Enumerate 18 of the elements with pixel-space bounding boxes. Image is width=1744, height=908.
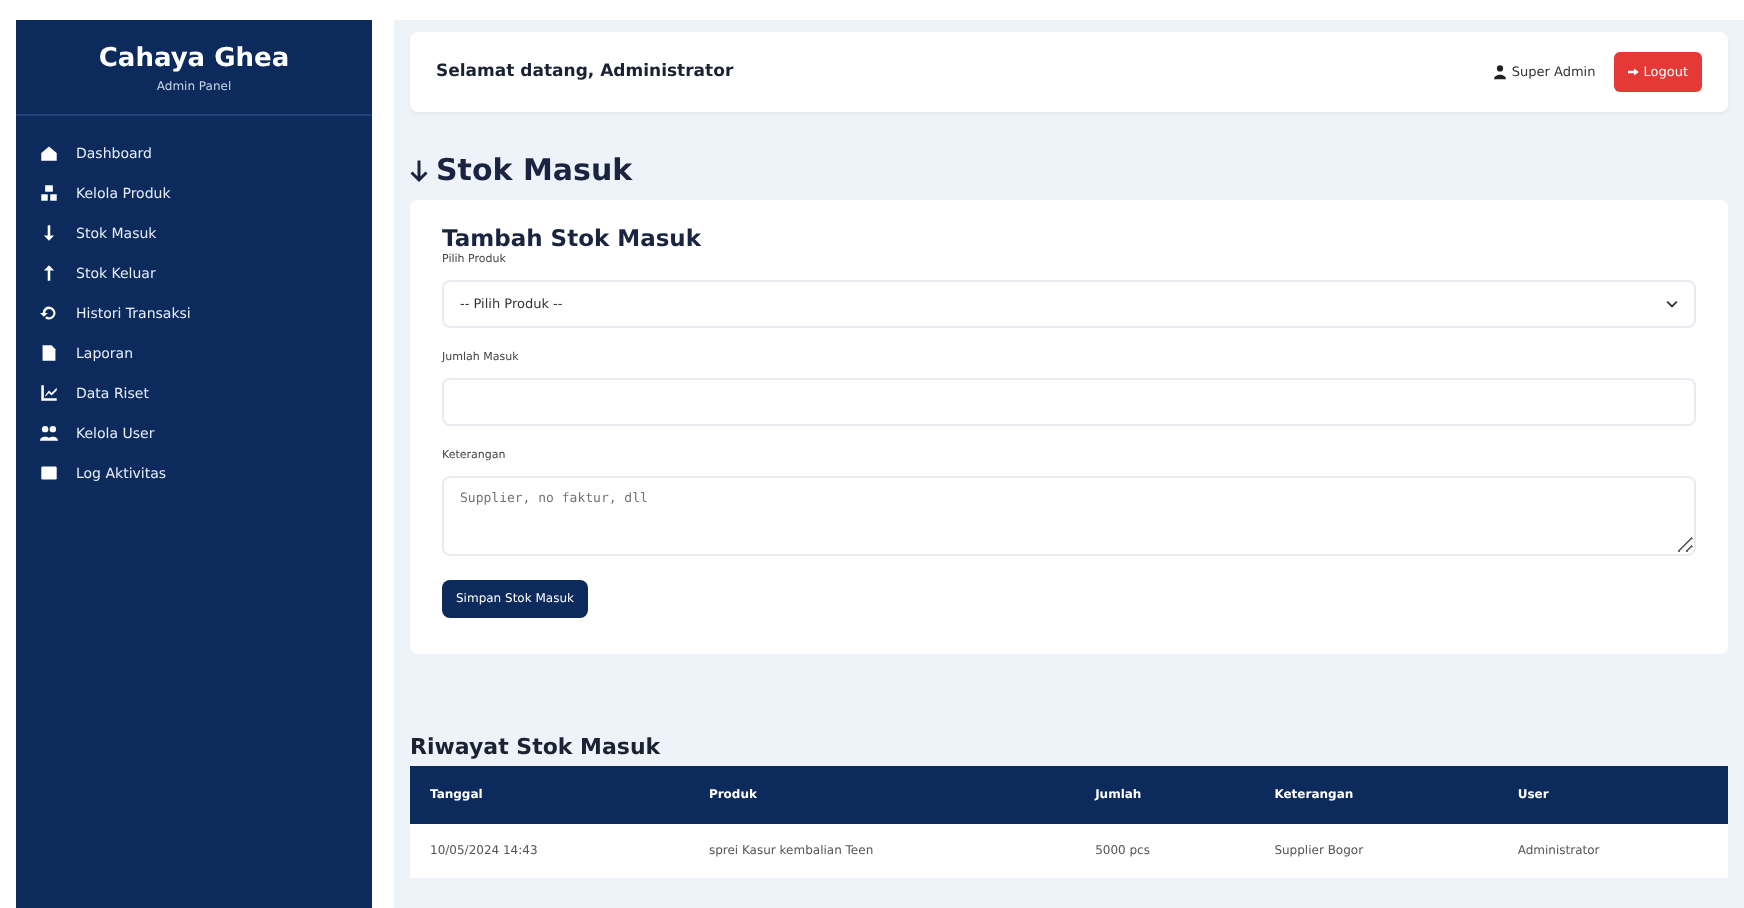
window-icon [40,464,58,482]
document-icon [40,344,58,362]
history-icon [40,304,58,322]
greeting-text: Selamat datang, Administrator [436,62,734,82]
down-arrow-icon [410,157,428,183]
up-arrow-icon [40,264,58,282]
chart-icon [40,384,58,402]
boxes-icon [40,184,58,202]
logout-icon [1627,66,1640,78]
user-icon [1493,64,1506,80]
form-title: Tambah Stok Masuk [442,224,704,252]
section-title: Riwayat Stok Masuk [410,734,663,760]
users-icon [40,424,58,442]
page-title: Stok Masuk [436,152,633,188]
down-arrow-icon [40,224,58,242]
chevron-down-icon [1666,300,1678,308]
brand-name: Cahaya Ghea [98,44,290,74]
home-icon [40,144,58,162]
